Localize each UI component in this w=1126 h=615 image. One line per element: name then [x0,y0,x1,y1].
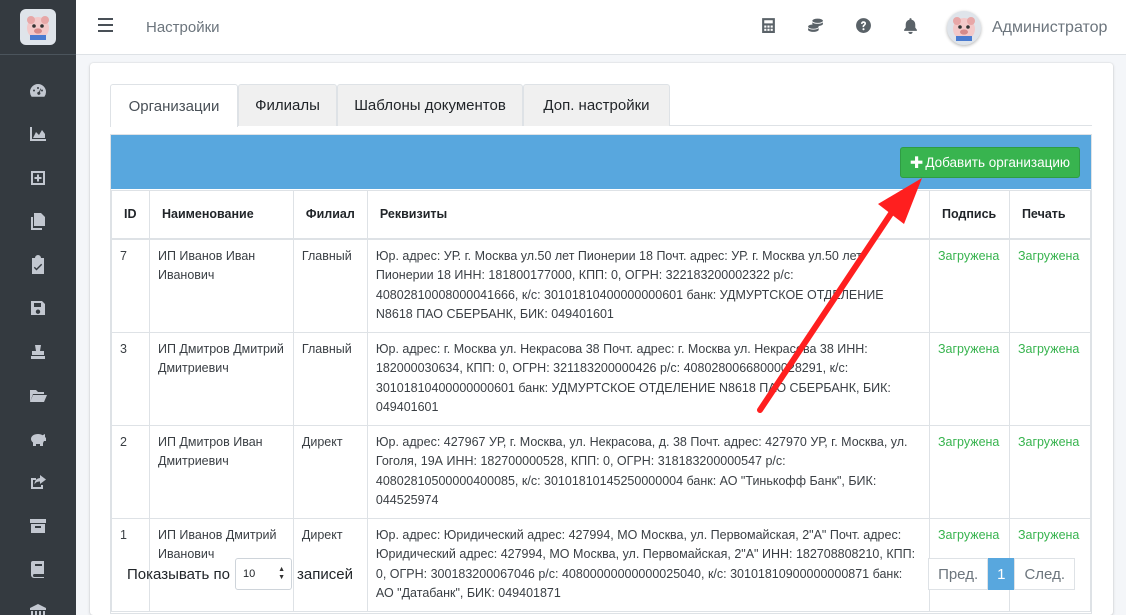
cell-stamp[interactable]: Загружена [1008,331,1092,426]
cell-signature[interactable]: Загружена [928,238,1010,333]
page-1-button[interactable]: 1 [988,558,1015,590]
prev-page-button[interactable]: Пред. [928,558,989,590]
tab-extra-settings[interactable]: Доп. настройки [523,84,670,126]
archive-icon[interactable] [0,504,76,548]
plus-icon: ✚ [909,154,924,172]
column-header-stamp[interactable]: Печать [1008,190,1092,240]
table-footer: Показывать по 10 ▲ ▼ записей Пред. 1 След… [111,545,1091,605]
user-avatar[interactable] [947,11,981,45]
top-navbar: Настройки Администратор [76,0,1126,55]
cell-signature[interactable]: Загружена [928,424,1010,519]
coins-icon[interactable] [807,17,827,37]
records-label: записей [297,566,353,583]
share-square-icon[interactable] [0,461,76,505]
column-header-id[interactable]: ID [111,190,150,240]
chart-area-icon[interactable] [0,113,76,157]
add-organization-label: Добавить организацию [925,155,1070,170]
save-icon[interactable] [0,287,76,331]
cell-name: ИП Иванов Иван Иванович [148,238,294,333]
menu-toggle-icon[interactable] [98,18,116,36]
pagination: Пред. 1 След. [928,558,1075,590]
organizations-panel: ✚ Добавить организацию ID Наименование Ф… [110,134,1092,614]
folder-open-icon[interactable] [0,374,76,418]
university-icon[interactable] [0,591,76,615]
tab-document-templates[interactable]: Шаблоны документов [337,84,523,126]
tachometer-icon[interactable] [0,69,76,113]
page-title[interactable]: Настройки [146,19,220,36]
book-icon[interactable] [0,548,76,592]
column-header-name[interactable]: Наименование [148,190,294,240]
settings-card: Организации Филиалы Шаблоны документов Д… [90,63,1113,615]
cell-id: 7 [111,238,150,333]
stamp-icon[interactable] [0,330,76,374]
table-header-row: ID Наименование Филиал Реквизиты Подпись… [111,190,1092,240]
cell-stamp[interactable]: Загружена [1008,424,1092,519]
cell-branch: Главный [292,331,368,426]
brand[interactable] [0,0,76,55]
cell-signature[interactable]: Загружена [928,331,1010,426]
column-header-signature[interactable]: Подпись [928,190,1010,240]
cell-details: Юр. адрес: УР. г. Москва ул.50 лет Пионе… [366,238,930,333]
cell-name: ИП Дмитров Дмитрий Дмитриевич [148,331,294,426]
next-page-button[interactable]: След. [1014,558,1075,590]
piggy-bank-icon[interactable] [0,417,76,461]
panel-header: ✚ Добавить организацию [111,135,1091,189]
app-logo[interactable] [20,9,56,45]
per-page-value: 10 [243,568,256,580]
show-label: Показывать по [127,566,230,583]
cell-name: ИП Дмитров Иван Дмитриевич [148,424,294,519]
user-name[interactable]: Администратор [992,19,1107,37]
table-row[interactable]: 7 ИП Иванов Иван Иванович Главный Юр. ад… [111,238,1092,333]
cell-details: Юр. адрес: г. Москва ул. Некрасова 38 По… [366,331,930,426]
cell-id: 2 [111,424,150,519]
cell-stamp[interactable]: Загружена [1008,238,1092,333]
clipboard-check-icon[interactable] [0,243,76,287]
column-header-details[interactable]: Реквизиты [366,190,930,240]
sidebar-menu [0,55,76,615]
plus-square-icon[interactable] [0,156,76,200]
table-row[interactable]: 3 ИП Дмитров Дмитрий Дмитриевич Главный … [111,331,1092,426]
cell-branch: Директ [292,424,368,519]
cell-details: Юр. адрес: 427967 УР, г. Москва, ул. Нек… [366,424,930,519]
table-row[interactable]: 2 ИП Дмитров Иван Дмитриевич Директ Юр. … [111,424,1092,519]
bell-icon[interactable] [902,17,922,37]
question-circle-icon[interactable] [855,17,875,37]
cell-branch: Главный [292,238,368,333]
column-header-branch[interactable]: Филиал [292,190,368,240]
tab-organizations[interactable]: Организации [110,84,238,127]
calculator-icon[interactable] [760,17,780,37]
tab-branches[interactable]: Филиалы [238,84,337,126]
add-organization-button[interactable]: ✚ Добавить организацию [899,147,1080,178]
per-page-select[interactable]: 10 ▲ ▼ [235,558,292,590]
sidebar [0,0,76,615]
copy-icon[interactable] [0,200,76,244]
tab-bar: Организации Филиалы Шаблоны документов Д… [110,84,1092,127]
select-arrows-icon: ▲ ▼ [278,566,285,581]
cell-id: 3 [111,331,150,426]
